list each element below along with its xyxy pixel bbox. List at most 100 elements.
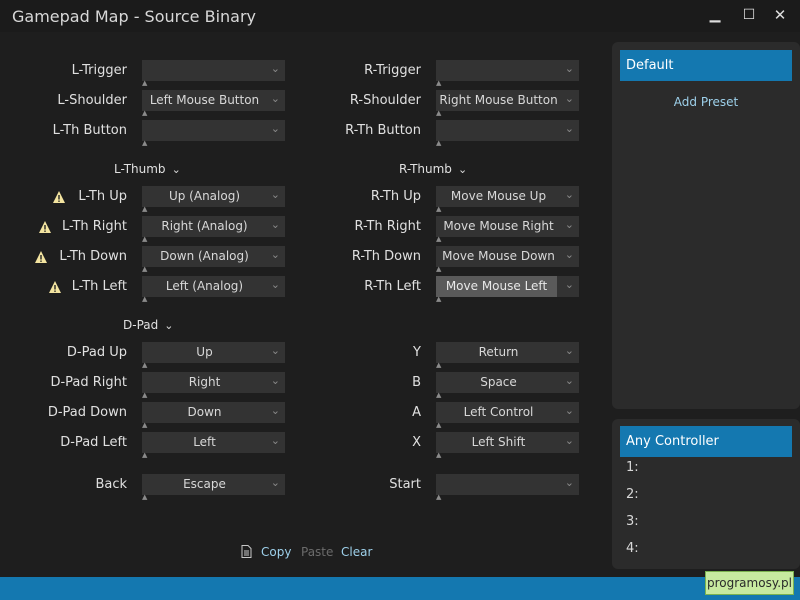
controller-slot-4[interactable]: 4:: [626, 541, 639, 556]
l-th-left-select[interactable]: Left (Analog) ⌄ ▲: [142, 276, 285, 303]
y-label: Y: [413, 345, 421, 360]
chevron-down-icon: ⌄: [270, 62, 280, 75]
chevron-down-icon: ⌄: [270, 218, 280, 231]
any-controller-header[interactable]: Any Controller: [620, 426, 792, 457]
r-trigger-label: R-Trigger: [364, 63, 421, 78]
watermark-logo: programosy.pl: [705, 571, 794, 595]
window-title: Gamepad Map - Source Binary: [12, 7, 256, 26]
l-th-left-label: L-Th Left: [71, 279, 127, 294]
y-select[interactable]: Return ⌄ ▲: [436, 342, 579, 369]
d-pad-right-label: D-Pad Right: [50, 375, 127, 390]
chevron-down-icon: ⌄: [270, 188, 280, 201]
controller-slot-2[interactable]: 2:: [626, 487, 639, 502]
minimize-icon: ▁: [709, 7, 721, 23]
d-pad-right-select[interactable]: Right ⌄ ▲: [142, 372, 285, 399]
x-select[interactable]: Left Shift ⌄ ▲: [436, 432, 579, 459]
d-pad-left-select[interactable]: Left ⌄ ▲: [142, 432, 285, 459]
preset-default[interactable]: Default: [620, 50, 792, 81]
l-th-down-select[interactable]: Down (Analog) ⌄ ▲: [142, 246, 285, 273]
chevron-down-icon: ⌄: [171, 163, 181, 176]
r-th-right-select[interactable]: Move Mouse Right ⌄ ▲: [436, 216, 579, 243]
l-th-up-select[interactable]: Up (Analog) ⌄ ▲: [142, 186, 285, 213]
r-th-left-select[interactable]: Move Mouse Left ⌄ ▲: [436, 276, 579, 303]
l-th-up-label: L-Th Up: [78, 189, 127, 204]
d-pad-section-toggle[interactable]: D-Pad ⌄: [123, 318, 173, 332]
b-label: B: [412, 375, 421, 390]
chevron-down-icon: ⌄: [564, 92, 574, 105]
r-th-up-label: R-Th Up: [370, 189, 421, 204]
paste-button[interactable]: Paste: [301, 545, 333, 559]
r-th-up-select[interactable]: Move Mouse Up ⌄ ▲: [436, 186, 579, 213]
chevron-down-icon: ⌄: [270, 404, 280, 417]
chevron-down-icon: ⌄: [164, 319, 174, 332]
start-label: Start: [389, 477, 421, 492]
maximize-icon: ☐: [742, 7, 756, 23]
chevron-down-icon: ⌄: [270, 92, 280, 105]
maximize-button[interactable]: ☐: [737, 5, 761, 25]
chevron-down-icon: ⌄: [270, 344, 280, 357]
chevron-down-icon: ⌄: [270, 248, 280, 261]
l-th-down-label: L-Th Down: [59, 249, 127, 264]
chevron-down-icon: ⌄: [270, 476, 280, 489]
presets-panel: Default Add Preset: [612, 42, 800, 409]
chevron-down-icon: ⌄: [564, 344, 574, 357]
r-th-down-label: R-Th Down: [351, 249, 421, 264]
close-button[interactable]: ✕: [768, 5, 792, 25]
clear-button[interactable]: Clear: [341, 545, 372, 559]
chevron-down-icon: ⌄: [270, 374, 280, 387]
l-shoulder-label: L-Shoulder: [57, 93, 127, 108]
l-th-button-select[interactable]: ⌄ ▲: [142, 120, 285, 147]
l-trigger-select[interactable]: ⌄ ▲: [142, 60, 285, 87]
chevron-down-icon: ⌄: [564, 188, 574, 201]
document-icon: [241, 545, 252, 558]
a-select[interactable]: Left Control ⌄ ▲: [436, 402, 579, 429]
l-shoulder-select[interactable]: Left Mouse Button ⌄ ▲: [142, 90, 285, 117]
l-th-button-label: L-Th Button: [52, 123, 127, 138]
chevron-down-icon: ⌄: [564, 62, 574, 75]
x-label: X: [412, 435, 421, 450]
chevron-down-icon: ⌄: [564, 218, 574, 231]
r-th-left-label: R-Th Left: [364, 279, 421, 294]
add-preset-link[interactable]: Add Preset: [612, 95, 800, 109]
controller-slot-3[interactable]: 3:: [626, 514, 639, 529]
copy-button[interactable]: Copy: [261, 545, 291, 559]
controller-slot-1[interactable]: 1:: [626, 460, 639, 475]
back-select[interactable]: Escape ⌄ ▲: [142, 474, 285, 501]
l-th-right-select[interactable]: Right (Analog) ⌄ ▲: [142, 216, 285, 243]
chevron-down-icon: ⌄: [564, 374, 574, 387]
l-thumb-section-toggle[interactable]: L-Thumb ⌄: [114, 162, 181, 176]
chevron-down-icon: ⌄: [564, 404, 574, 417]
chevron-down-icon: ⌄: [270, 434, 280, 447]
r-th-button-label: R-Th Button: [345, 123, 421, 138]
chevron-down-icon: ⌄: [564, 248, 574, 261]
chevron-down-icon: ⌄: [270, 122, 280, 135]
close-icon: ✕: [773, 6, 787, 24]
l-trigger-label: L-Trigger: [71, 63, 127, 78]
a-label: A: [412, 405, 421, 420]
chevron-down-icon: ⌄: [457, 163, 468, 176]
r-trigger-select[interactable]: ⌄ ▲: [436, 60, 579, 87]
r-th-down-select[interactable]: Move Mouse Down ⌄ ▲: [436, 246, 579, 273]
r-th-right-label: R-Th Right: [354, 219, 421, 234]
d-pad-down-select[interactable]: Down ⌄ ▲: [142, 402, 285, 429]
r-thumb-section-toggle[interactable]: R-Thumb ⌄: [399, 162, 467, 176]
controllers-panel: Any Controller 1: 2: 3: 4:: [612, 419, 800, 569]
l-th-right-label: L-Th Right: [61, 219, 127, 234]
b-select[interactable]: Space ⌄ ▲: [436, 372, 579, 399]
r-shoulder-select[interactable]: Right Mouse Button ⌄ ▲: [436, 90, 579, 117]
d-pad-down-label: D-Pad Down: [47, 405, 127, 420]
start-select[interactable]: ⌄ ▲: [436, 474, 579, 501]
mapping-area: [0, 32, 612, 577]
d-pad-up-select[interactable]: Up ⌄ ▲: [142, 342, 285, 369]
title-bar: Gamepad Map - Source Binary ▁ ☐ ✕: [0, 0, 800, 32]
back-label: Back: [95, 477, 127, 492]
chevron-down-icon: ⌄: [564, 122, 574, 135]
r-shoulder-label: R-Shoulder: [349, 93, 421, 108]
status-bar: [0, 577, 800, 600]
r-th-button-select[interactable]: ⌄ ▲: [436, 120, 579, 147]
d-pad-left-label: D-Pad Left: [60, 435, 127, 450]
minimize-button[interactable]: ▁: [703, 5, 727, 25]
chevron-down-icon: ⌄: [564, 476, 574, 489]
chevron-down-icon: ⌄: [564, 278, 574, 291]
chevron-down-icon: ⌄: [564, 434, 574, 447]
